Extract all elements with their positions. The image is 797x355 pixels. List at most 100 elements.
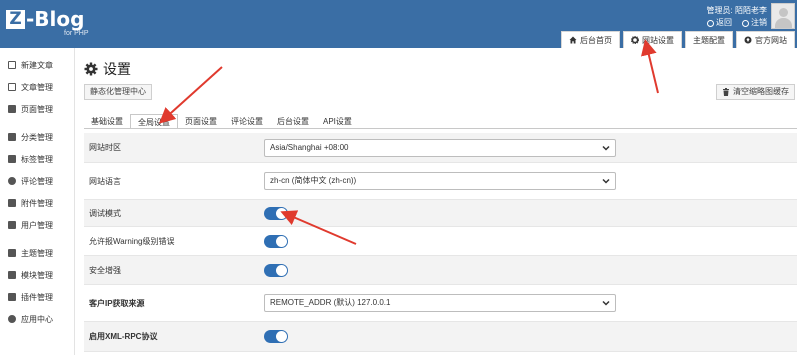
return-label: 返回 <box>716 18 732 27</box>
sidebar-item-pages[interactable]: 页面管理 <box>0 98 74 120</box>
debug-mode-toggle[interactable] <box>264 206 288 220</box>
sidebar-item-label: 附件管理 <box>21 198 53 208</box>
module-icon <box>8 271 16 279</box>
sidebar-item-label: 插件管理 <box>21 292 53 302</box>
logo-subtitle: for PHP <box>64 30 89 37</box>
edit-icon <box>8 61 16 69</box>
logout-label: 注销 <box>751 18 767 27</box>
static-manage-label: 静态化管理中心 <box>90 87 146 96</box>
clear-thumbnail-cache-button[interactable]: 清空缩略图缓存 <box>716 84 795 100</box>
setting-row-timezone: 网站时区 Asia/Shanghai +08:00 <box>84 133 797 163</box>
theme-icon <box>8 249 16 257</box>
plugin-icon <box>8 293 16 301</box>
setting-label: 调试模式 <box>89 208 121 218</box>
tab-comment-settings[interactable]: 评论设置 <box>224 114 270 129</box>
setting-row-client-ip: 客户IP获取来源 REMOTE_ADDR (默认) 127.0.0.1 <box>84 285 797 322</box>
sidebar-item-categories[interactable]: 分类管理 <box>0 126 74 148</box>
sidebar-item-attachments[interactable]: 附件管理 <box>0 192 74 214</box>
static-manage-button[interactable]: 静态化管理中心 <box>84 84 152 100</box>
tab-api-settings[interactable]: API设置 <box>316 114 359 129</box>
timezone-select[interactable]: Asia/Shanghai +08:00 <box>264 138 616 157</box>
setting-row-allow-warning: 允许报Warning级别错误 <box>84 227 797 256</box>
tabs-divider <box>84 128 797 129</box>
setting-label: 启用XML-RPC协议 <box>89 332 158 341</box>
client-ip-select-value: REMOTE_ADDR (默认) 127.0.0.1 <box>270 298 391 307</box>
timezone-select-value: Asia/Shanghai +08:00 <box>270 142 349 152</box>
sidebar-item-comments[interactable]: 评论管理 <box>0 170 74 192</box>
user-area: 管理员: 陌陌老李 返回 注销 <box>707 5 767 29</box>
attachment-icon <box>8 199 16 207</box>
tab-dashboard[interactable]: 后台首页 <box>561 31 620 48</box>
sidebar-item-label: 标签管理 <box>21 154 53 164</box>
sidebar-item-plugins[interactable]: 插件管理 <box>0 286 74 308</box>
setting-label: 允许报Warning级别错误 <box>89 236 175 246</box>
sidebar-item-label: 用户管理 <box>21 220 53 230</box>
sidebar-item-users[interactable]: 用户管理 <box>0 214 74 236</box>
article-icon <box>8 83 16 91</box>
setting-label: 网站语言 <box>89 176 121 186</box>
folder-icon <box>8 133 16 141</box>
tab-official-site-label: 官方网站 <box>755 35 787 45</box>
page-title: 设置 <box>84 59 131 79</box>
sidebar-item-label: 评论管理 <box>21 176 53 186</box>
users-icon <box>8 221 16 229</box>
sidebar-item-tags[interactable]: 标签管理 <box>0 148 74 170</box>
settings-table: 网站时区 Asia/Shanghai +08:00 网站语言 zh-cn (简体… <box>84 133 797 352</box>
tab-official-site[interactable]: 官方网站 <box>736 31 795 48</box>
tab-backend-settings[interactable]: 后台设置 <box>270 114 316 129</box>
logo-mark: Z <box>6 10 25 29</box>
logout-link[interactable]: 注销 <box>742 17 767 29</box>
avatar[interactable] <box>771 3 795 29</box>
top-tabs: 后台首页 网站设置 主题配置 官方网站 <box>561 31 795 48</box>
tab-theme-config-label: 主题配置 <box>693 35 725 45</box>
tab-global-settings[interactable]: 全局设置 <box>130 114 178 129</box>
sidebar: 新建文章 文章管理 页面管理 分类管理 标签管理 评论管理 附件管理 用户管理 … <box>0 48 75 355</box>
allow-warning-toggle[interactable] <box>264 234 288 248</box>
page-title-text: 设置 <box>103 61 131 77</box>
chevron-down-icon <box>602 145 610 151</box>
tab-site-settings[interactable]: 网站设置 <box>623 31 682 48</box>
tab-dashboard-label: 后台首页 <box>580 35 612 45</box>
sidebar-item-label: 模块管理 <box>21 270 53 280</box>
tab-basic-settings[interactable]: 基础设置 <box>84 114 130 129</box>
tab-theme-config[interactable]: 主题配置 <box>685 31 733 48</box>
setting-row-xml-rpc: 启用XML-RPC协议 <box>84 322 797 352</box>
setting-row-language: 网站语言 zh-cn (简体中文 (zh-cn)) <box>84 163 797 200</box>
language-select[interactable]: zh-cn (简体中文 (zh-cn)) <box>264 172 616 190</box>
setting-label: 客户IP获取来源 <box>89 298 145 308</box>
xml-rpc-toggle[interactable] <box>264 330 288 343</box>
trash-icon <box>723 88 729 96</box>
clear-thumbnail-cache-label: 清空缩略图缓存 <box>733 87 789 96</box>
sidebar-item-articles[interactable]: 文章管理 <box>0 76 74 98</box>
sidebar-item-new-article[interactable]: 新建文章 <box>0 54 74 76</box>
language-select-value: zh-cn (简体中文 (zh-cn)) <box>270 176 357 185</box>
power-icon <box>742 19 749 27</box>
sidebar-item-app-center[interactable]: 应用中心 <box>0 308 74 330</box>
top-header: Z -Blog for PHP 管理员: 陌陌老李 返回 注销 后台首页 网站设… <box>0 0 797 48</box>
sidebar-item-themes[interactable]: 主题管理 <box>0 242 74 264</box>
comment-icon <box>8 177 16 185</box>
globe-icon <box>744 36 752 44</box>
main-content: 设置 静态化管理中心 清空缩略图缓存 基础设置 全局设置 页面设置 评论设置 后… <box>76 48 797 355</box>
zblog-logo[interactable]: Z -Blog for PHP <box>6 9 89 40</box>
tag-icon <box>8 155 16 163</box>
return-link[interactable]: 返回 <box>707 17 732 29</box>
chevron-down-icon <box>602 300 610 306</box>
sidebar-item-label: 新建文章 <box>21 60 53 70</box>
client-ip-select[interactable]: REMOTE_ADDR (默认) 127.0.0.1 <box>264 294 616 312</box>
setting-label: 安全增强 <box>89 265 121 275</box>
setting-row-security: 安全增强 <box>84 256 797 285</box>
security-enhance-toggle[interactable] <box>264 263 288 277</box>
gear-icon <box>631 36 639 44</box>
sidebar-item-label: 分类管理 <box>21 132 53 142</box>
sidebar-item-modules[interactable]: 模块管理 <box>0 264 74 286</box>
sidebar-item-label: 文章管理 <box>21 82 53 92</box>
return-icon <box>707 19 714 27</box>
tab-page-settings[interactable]: 页面设置 <box>178 114 224 129</box>
sidebar-item-label: 主题管理 <box>21 248 53 258</box>
app-center-icon <box>8 315 16 323</box>
gear-icon <box>84 62 98 76</box>
sidebar-item-label: 应用中心 <box>21 314 53 324</box>
setting-label: 网站时区 <box>89 143 121 152</box>
tab-site-settings-label: 网站设置 <box>642 35 674 45</box>
